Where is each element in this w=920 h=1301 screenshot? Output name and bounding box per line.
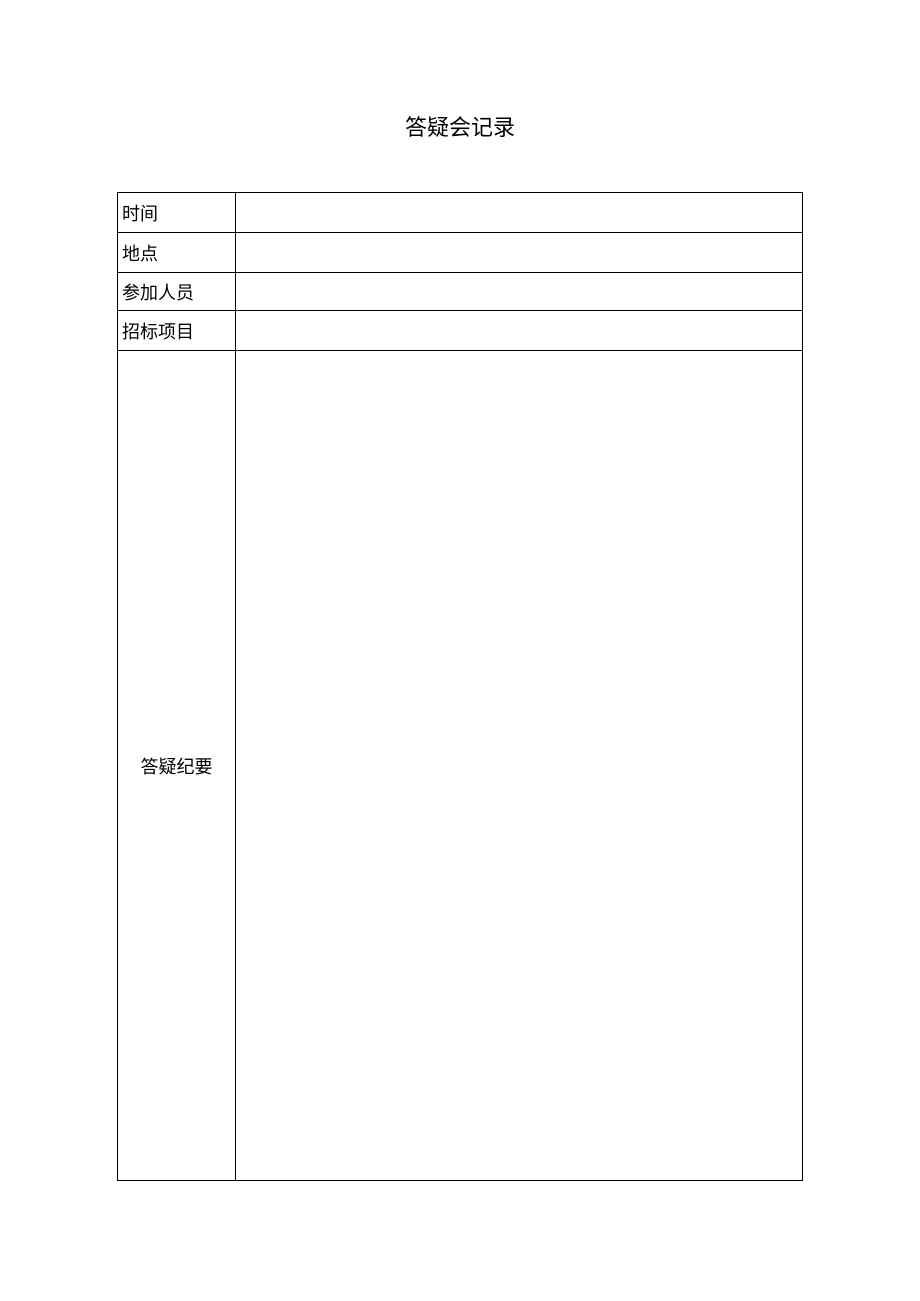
row-project: 招标项目	[118, 311, 803, 351]
row-location: 地点	[118, 233, 803, 273]
value-summary	[236, 351, 803, 1181]
label-project: 招标项目	[118, 311, 236, 351]
document-page: 答疑会记录 时间 地点 参加人员 招标项目 答疑纪要	[0, 0, 920, 1181]
value-participants	[236, 273, 803, 311]
label-time: 时间	[118, 193, 236, 233]
page-title: 答疑会记录	[117, 110, 803, 142]
row-summary: 答疑纪要	[118, 351, 803, 1181]
row-participants: 参加人员	[118, 273, 803, 311]
label-location: 地点	[118, 233, 236, 273]
record-table: 时间 地点 参加人员 招标项目 答疑纪要	[117, 192, 803, 1181]
label-participants: 参加人员	[118, 273, 236, 311]
row-time: 时间	[118, 193, 803, 233]
label-summary: 答疑纪要	[118, 351, 236, 1181]
value-location	[236, 233, 803, 273]
value-time	[236, 193, 803, 233]
value-project	[236, 311, 803, 351]
